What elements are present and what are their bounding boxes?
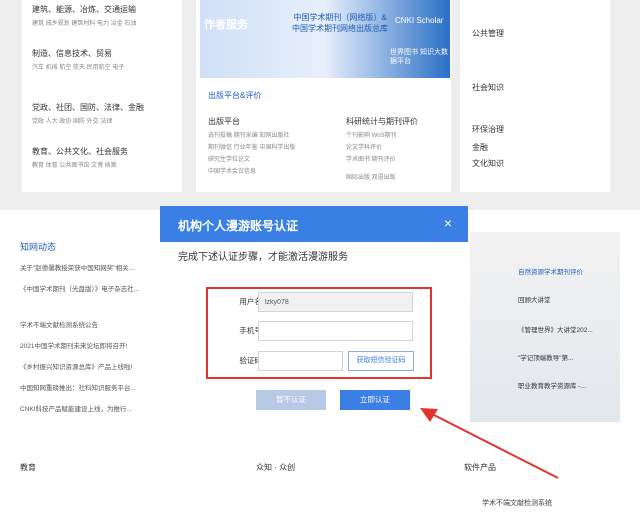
- annotation-arrow: [420, 408, 559, 479]
- arrow-shaft: [431, 413, 559, 479]
